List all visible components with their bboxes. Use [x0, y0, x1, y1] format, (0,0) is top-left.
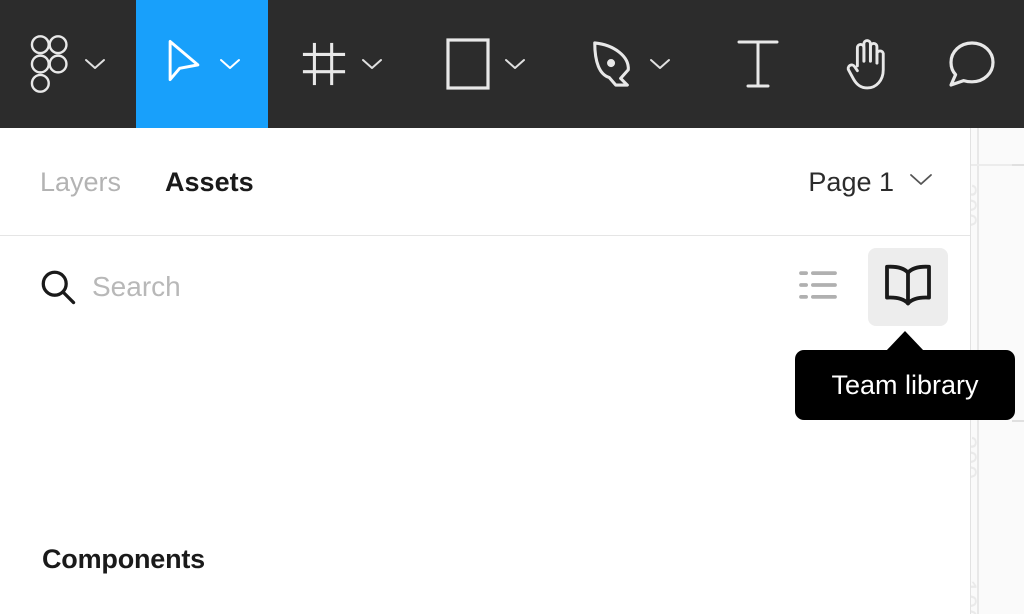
- chevron-down-icon[interactable]: [219, 57, 241, 71]
- search-icon: [40, 269, 76, 305]
- toolbar-item-pen[interactable]: [556, 0, 704, 128]
- pen-nib-icon: [589, 39, 635, 89]
- comment-bubble-icon: [947, 40, 997, 88]
- panel-header: Layers Assets Page 1: [0, 128, 970, 236]
- list-view-icon: [797, 268, 839, 307]
- hand-icon: [843, 38, 889, 90]
- figma-logo-icon: [30, 35, 70, 93]
- toolbar-item-figma-menu[interactable]: [0, 0, 136, 128]
- chevron-down-icon[interactable]: [504, 57, 526, 71]
- tab-layers[interactable]: Layers: [40, 167, 121, 198]
- chevron-down-icon[interactable]: [84, 57, 106, 71]
- text-t-icon: [737, 39, 779, 89]
- tab-assets[interactable]: Assets: [165, 167, 254, 198]
- page-selector[interactable]: Page 1: [808, 128, 934, 236]
- toolbar-item-comment[interactable]: [920, 0, 1024, 128]
- frame-grid-icon: [301, 41, 347, 87]
- chevron-down-icon[interactable]: [361, 57, 383, 71]
- rectangle-icon: [446, 38, 490, 90]
- team-library-button[interactable]: [868, 248, 948, 326]
- ruler-tick: [1012, 164, 1024, 166]
- toolbar-item-text[interactable]: [704, 0, 812, 128]
- team-library-tooltip: Team library: [795, 350, 1015, 420]
- search-row: [0, 236, 970, 338]
- search-input[interactable]: [92, 271, 692, 303]
- list-view-button[interactable]: [778, 248, 858, 326]
- tooltip-label: Team library: [831, 369, 979, 400]
- cursor-arrow-icon: [163, 38, 205, 90]
- toolbar-item-hand[interactable]: [812, 0, 920, 128]
- ruler-label: -100: [970, 570, 981, 614]
- figma-app-window: Layers Assets Page 1 Search Components T…: [0, 0, 1024, 614]
- chevron-down-icon: [908, 172, 934, 192]
- toolbar-item-shape[interactable]: [416, 0, 556, 128]
- chevron-down-icon[interactable]: [649, 57, 671, 71]
- toolbar-item-move[interactable]: [136, 0, 268, 128]
- view-toggle-group: [778, 248, 948, 326]
- tooltip-arrow: [886, 331, 924, 351]
- components-section-title: Components: [42, 544, 205, 574]
- ruler-tick: [1012, 420, 1024, 422]
- ruler-label: -200: [970, 426, 981, 481]
- toolbar-item-frame[interactable]: [268, 0, 416, 128]
- ruler-label: -300: [970, 174, 981, 229]
- book-open-icon: [883, 263, 933, 312]
- main-toolbar: [0, 0, 1024, 128]
- panel-tabs: Layers Assets: [40, 128, 254, 236]
- page-selector-label: Page 1: [808, 166, 894, 197]
